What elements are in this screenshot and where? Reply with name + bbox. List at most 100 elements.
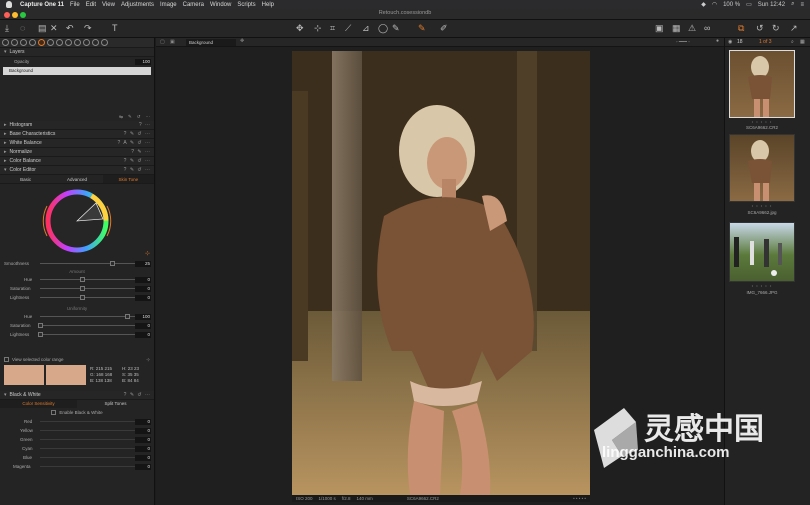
row-value[interactable]: 0: [135, 436, 151, 443]
menu-image[interactable]: Image: [160, 2, 177, 8]
tab-skin-tone[interactable]: Skin Tone: [102, 175, 154, 183]
exposure-tab-icon[interactable]: [47, 39, 54, 46]
proof-icon[interactable]: ∞: [704, 23, 710, 34]
section-normalize[interactable]: ▸ Normalize ? ✎ ⋯: [0, 148, 154, 157]
slider-knob[interactable]: [80, 295, 85, 300]
menu-list-icon[interactable]: ≡: [800, 2, 804, 8]
menu-window[interactable]: Window: [210, 2, 231, 8]
picker-icon[interactable]: ⊹: [145, 250, 150, 257]
smoothness-slider[interactable]: [40, 261, 136, 266]
tab-color-sensitivity[interactable]: Color Sensitivity: [0, 400, 77, 408]
row-value[interactable]: 0: [135, 454, 151, 461]
multi-view-icon[interactable]: ▣: [170, 39, 175, 45]
amount-lightness-slider[interactable]: [40, 295, 136, 300]
bw-slider[interactable]: [40, 439, 136, 440]
mask-tool-icon[interactable]: ✎: [392, 23, 400, 34]
rotate-icon[interactable]: ↻: [772, 23, 780, 34]
thumbnail-1[interactable]: [729, 50, 795, 118]
single-view-icon[interactable]: ▢: [160, 39, 165, 45]
menu-view[interactable]: View: [102, 2, 115, 8]
bw-slider[interactable]: [40, 430, 136, 431]
section-color-editor[interactable]: ▾ Color Editor ? ✎ ↺ ⋯: [0, 166, 154, 175]
import-icon[interactable]: ⤓: [5, 23, 9, 34]
apple-icon[interactable]: [6, 1, 12, 8]
menu-adjustments[interactable]: Adjustments: [121, 2, 154, 8]
eyedropper-icon[interactable]: ⊹: [146, 357, 150, 363]
menu-file[interactable]: File: [70, 2, 80, 8]
row-value[interactable]: 0: [135, 285, 151, 292]
battery-icon[interactable]: ▭: [746, 1, 752, 8]
text-tool-icon[interactable]: T: [112, 23, 118, 34]
slider-knob[interactable]: [125, 314, 130, 319]
picker-tool-icon[interactable]: ⊹: [314, 23, 322, 34]
row-value[interactable]: 0: [135, 294, 151, 301]
slider-knob[interactable]: [80, 277, 85, 282]
tab-split-tones[interactable]: Split Tones: [77, 400, 154, 408]
undo-icon[interactable]: ↶: [66, 23, 74, 34]
user-icon[interactable]: ●: [716, 38, 719, 44]
section-color-balance[interactable]: ▸ Color Balance ? ✎ ↺ ⋯: [0, 157, 154, 166]
rating-dots[interactable]: • • • • •: [573, 496, 586, 501]
section-icons[interactable]: ? ⋯: [139, 122, 151, 128]
search-icon[interactable]: ⌕: [791, 39, 794, 45]
amount-saturation-slider[interactable]: [40, 286, 136, 291]
redo-icon[interactable]: ↷: [84, 23, 92, 34]
smoothness-value[interactable]: 25: [135, 260, 151, 267]
thumbnail-rating[interactable]: • • • • •: [729, 203, 795, 208]
composition-tab-icon[interactable]: [29, 39, 36, 46]
lens-tab-icon[interactable]: [20, 39, 27, 46]
layers-header[interactable]: ▾ Layers: [0, 48, 154, 57]
metadata-tab-icon[interactable]: [74, 39, 81, 46]
thumbnail-2[interactable]: [729, 134, 795, 202]
app-menu[interactable]: Capture One 11: [20, 2, 64, 8]
styles-tab-icon[interactable]: [101, 39, 108, 46]
section-base-characteristics[interactable]: ▸ Base Characteristics ? ✎ ↺ ⋯: [0, 130, 154, 139]
bw-slider[interactable]: [40, 448, 136, 449]
section-icons[interactable]: ? ✎ ⋯: [131, 149, 151, 155]
wifi-icon[interactable]: ◠: [712, 1, 717, 8]
slider-knob[interactable]: [80, 286, 85, 291]
batch-tab-icon[interactable]: [92, 39, 99, 46]
search-icon[interactable]: ⌕: [791, 1, 794, 8]
crop-tool-icon[interactable]: ⌗: [330, 23, 335, 34]
annotate-tool-icon[interactable]: ✐: [440, 23, 448, 34]
viewer-icon[interactable]: ▣: [655, 23, 664, 34]
slider-knob[interactable]: [38, 323, 43, 328]
section-white-balance[interactable]: ▸ White Balance ? A ✎ ↺ ⋯: [0, 139, 154, 148]
amount-hue-slider[interactable]: [40, 277, 136, 282]
capture-tab-icon[interactable]: [11, 39, 18, 46]
capture-icon[interactable]: ◌: [20, 23, 25, 34]
uniformity-hue-slider[interactable]: [40, 314, 136, 319]
straighten-tool-icon[interactable]: ⟋: [345, 23, 351, 34]
thumbnail-rating[interactable]: • • • • •: [729, 119, 795, 124]
layer-sync-icon[interactable]: ⇆: [119, 114, 123, 120]
row-value[interactable]: 100: [135, 313, 151, 320]
uniformity-saturation-slider[interactable]: [38, 323, 136, 328]
export-icon[interactable]: ↗: [790, 23, 798, 34]
output-tab-icon[interactable]: [83, 39, 90, 46]
details-tab-icon[interactable]: [56, 39, 63, 46]
layer-select[interactable]: Background: [186, 39, 236, 46]
brush-tool-icon[interactable]: ✎: [418, 23, 426, 34]
row-value[interactable]: 0: [135, 427, 151, 434]
add-layer-icon[interactable]: ✥: [240, 38, 244, 44]
adjustments-tab-icon[interactable]: [65, 39, 72, 46]
opacity-value[interactable]: 100: [135, 58, 151, 65]
row-value[interactable]: 0: [135, 276, 151, 283]
row-value[interactable]: 0: [135, 463, 151, 470]
tab-basic[interactable]: Basic: [0, 175, 51, 183]
delete-icon[interactable]: ✕: [50, 23, 58, 34]
thumbnail-3[interactable]: [729, 222, 795, 282]
row-value[interactable]: 0: [135, 445, 151, 452]
section-histogram[interactable]: ▸ Histogram ? ⋯: [0, 121, 154, 130]
grid-icon[interactable]: ▦: [800, 39, 805, 45]
print-icon[interactable]: ▦: [672, 23, 681, 34]
section-icons[interactable]: ? ✎ ↺ ⋯: [124, 131, 151, 137]
thumbnail-rating[interactable]: • • • • •: [729, 283, 795, 288]
menu-help[interactable]: Help: [262, 2, 274, 8]
layer-item-background[interactable]: Background: [3, 67, 151, 75]
menu-scripts[interactable]: Scripts: [237, 2, 255, 8]
dropbox-icon[interactable]: ◆: [701, 1, 706, 8]
section-icons[interactable]: ? A ✎ ↺ ⋯: [118, 140, 152, 146]
reset-icon[interactable]: ↺: [756, 23, 764, 34]
